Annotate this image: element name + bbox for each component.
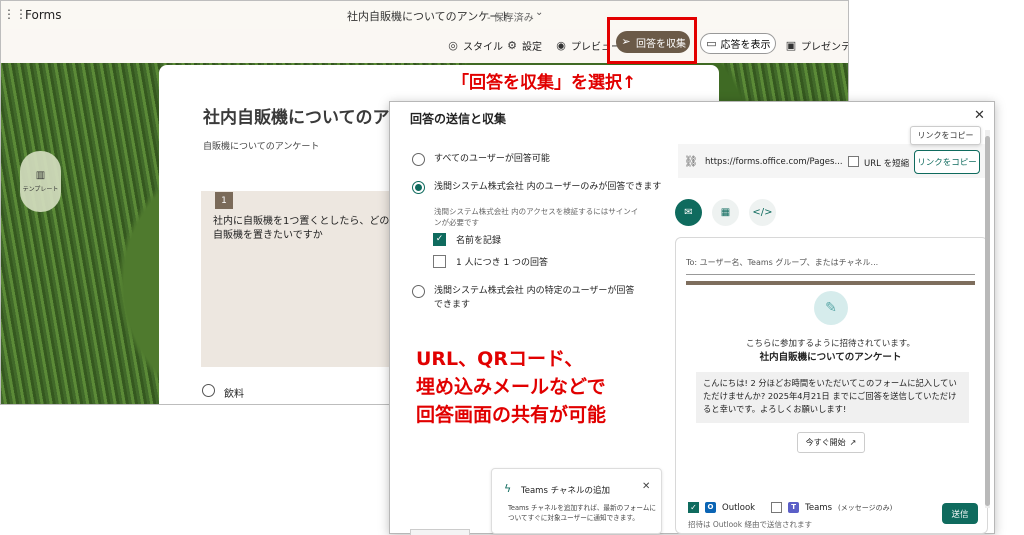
record-name-label: 名前を記録 bbox=[456, 236, 502, 246]
teams-card-body: Teams チャネルを追加すれば、最新のフォームについてすぐに対象ユーザーに通知… bbox=[508, 504, 656, 522]
copy-link-tooltip: リンクをコピー bbox=[910, 126, 981, 145]
qr-code-icon[interactable]: ▦ bbox=[712, 199, 739, 226]
template-label: テンプレート bbox=[22, 186, 59, 193]
outlook-checkbox[interactable]: ✓ bbox=[688, 502, 699, 513]
settings-button[interactable]: ⚙ 設定 bbox=[506, 38, 542, 53]
app-launcher-icon[interactable]: ⋮⋮ bbox=[3, 8, 27, 20]
style-label: スタイル bbox=[463, 42, 503, 53]
external-link-icon: ↗ bbox=[849, 438, 857, 447]
shorten-url-checkbox[interactable] bbox=[848, 156, 859, 167]
copy-link-button[interactable]: リンクをコピー bbox=[914, 150, 980, 174]
invite-message[interactable]: こんにちは! 2 分ほどお時間をいただいてこのフォームに記入していただけませんか… bbox=[696, 372, 969, 423]
close-icon[interactable]: ✕ bbox=[642, 481, 650, 492]
responses-icon: ▭ bbox=[706, 36, 717, 50]
highlight-box bbox=[607, 17, 697, 64]
teams-channel-card bbox=[491, 468, 662, 534]
start-now-label: 今すぐ開始 bbox=[805, 438, 846, 447]
record-name-checkbox[interactable]: ✓ bbox=[433, 233, 446, 246]
app-name: Forms bbox=[25, 8, 62, 22]
teams-label: Teams bbox=[805, 502, 833, 513]
teams-sub-label: (メッセージのみ) bbox=[838, 503, 893, 512]
outlook-label: Outlook bbox=[722, 502, 756, 513]
template-button[interactable]: ▥ テンプレート bbox=[20, 151, 61, 212]
option-org-only[interactable]: 浅間システム株式会社 内のユーザーのみが回答できます bbox=[412, 180, 661, 194]
form-url[interactable]: https://forms.office.com/Pages... bbox=[705, 157, 843, 167]
question-number: 1 bbox=[215, 192, 233, 209]
annotation-share-methods: URL、QRコード、 埋め込みメールなどで 回答画面の共有が可能 bbox=[416, 345, 676, 429]
invite-line: こちらに参加するように招待されています。 bbox=[746, 339, 915, 349]
send-button[interactable]: 送信 bbox=[942, 503, 978, 524]
start-now-button[interactable]: 今すぐ開始 ↗ bbox=[797, 432, 865, 453]
radio-org-only[interactable] bbox=[412, 181, 425, 194]
option-anyone-label: すべてのユーザーが回答可能 bbox=[434, 154, 550, 164]
share-email-icon[interactable]: ✉ bbox=[675, 199, 702, 226]
monitor-icon: ▣ bbox=[785, 38, 797, 52]
teams-checkbox[interactable] bbox=[771, 502, 783, 513]
present-label: プレゼンテーシ bbox=[801, 42, 849, 53]
outlook-icon: O bbox=[705, 502, 716, 513]
embed-code-icon[interactable]: </> bbox=[749, 199, 776, 226]
option-anyone[interactable]: すべてのユーザーが回答可能 bbox=[412, 152, 550, 166]
eye-icon: ◉ bbox=[556, 38, 566, 52]
close-icon[interactable]: ✕ bbox=[974, 108, 985, 123]
gear-icon: ⚙ bbox=[507, 38, 517, 52]
radio-anyone[interactable] bbox=[412, 153, 425, 166]
chevron-down-icon[interactable]: ⌄ bbox=[535, 7, 543, 18]
option-specific-users-label: 浅間システム株式会社 内の特定のユーザーが回答できます bbox=[434, 286, 635, 310]
scrollbar-thumb[interactable] bbox=[985, 136, 990, 506]
annotation-line: 回答画面の共有が可能 bbox=[416, 404, 607, 426]
teams-icon: T bbox=[788, 502, 800, 513]
show-responses-label: 応答を表示 bbox=[720, 40, 771, 51]
recipient-input[interactable]: To: ユーザー名、Teams グループ、またはチャネル... bbox=[686, 257, 975, 275]
screenshot: ⋮⋮ Forms 社内自販機についてのアンケート - 保存済み ⌄ ◎ スタイル… bbox=[0, 0, 1024, 535]
style-button[interactable]: ◎ スタイル bbox=[447, 38, 503, 53]
invitation-icon: ✎ bbox=[814, 291, 848, 325]
option-radio[interactable] bbox=[202, 384, 215, 397]
option-label: 飲料 bbox=[224, 389, 244, 400]
annotation-select-collect: 「回答を収集」を選択↑ bbox=[452, 73, 637, 93]
shorten-url-label: URL を短縮 bbox=[864, 159, 910, 169]
settings-label: 設定 bbox=[522, 42, 542, 53]
lightning-icon: ϟ bbox=[504, 482, 512, 495]
option-specific-users[interactable]: 浅間システム株式会社 内の特定のユーザーが回答できます bbox=[412, 284, 642, 312]
one-response-option[interactable]: 1 人につき 1 つの回答 bbox=[433, 255, 548, 268]
send-hint: 招待は Outlook 経由で送信されます bbox=[688, 520, 812, 529]
send-options: ✓ O Outlook T Teams (メッセージのみ) bbox=[688, 502, 892, 513]
link-icon: ⛓ bbox=[684, 155, 698, 168]
record-name-option[interactable]: ✓ 名前を記録 bbox=[433, 233, 501, 246]
palette-icon: ◎ bbox=[448, 38, 458, 52]
template-icon: ▥ bbox=[35, 170, 46, 181]
option-org-only-label: 浅間システム株式会社 内のユーザーのみが回答できます bbox=[434, 182, 662, 192]
show-responses-button[interactable]: ▭ 応答を表示 bbox=[700, 33, 776, 54]
annotation-line: 埋め込みメールなどで bbox=[416, 376, 606, 398]
question-text: 社内に自販機を1つ置くとしたら、どの自販機を置きたいですか bbox=[213, 216, 390, 241]
restriction-note: 浅間システム株式会社 内のアクセスを検証するにはサインインが必要です bbox=[434, 207, 639, 227]
email-banner bbox=[686, 281, 975, 285]
one-response-label: 1 人につき 1 つの回答 bbox=[456, 258, 549, 268]
invite-form-title: 社内自販機についてのアンケート bbox=[759, 352, 902, 363]
dialog-title: 回答の送信と収集 bbox=[410, 112, 507, 126]
teams-card-title: Teams チャネルの追加 bbox=[521, 486, 611, 496]
save-status: - 保存済み bbox=[487, 13, 534, 24]
present-button[interactable]: ▣ プレゼンテーシ bbox=[785, 38, 849, 53]
send-and-collect-dialog: 回答の送信と収集 ✕ すべてのユーザーが回答可能 浅間システム株式会社 内のユー… bbox=[389, 101, 995, 535]
radio-specific-users[interactable] bbox=[412, 285, 425, 298]
bottom-button-stub[interactable] bbox=[410, 529, 470, 535]
one-response-checkbox[interactable] bbox=[433, 255, 446, 268]
annotation-line: URL、QRコード、 bbox=[416, 348, 584, 370]
form-subtitle[interactable]: 自販機についてのアンケート bbox=[203, 139, 319, 152]
